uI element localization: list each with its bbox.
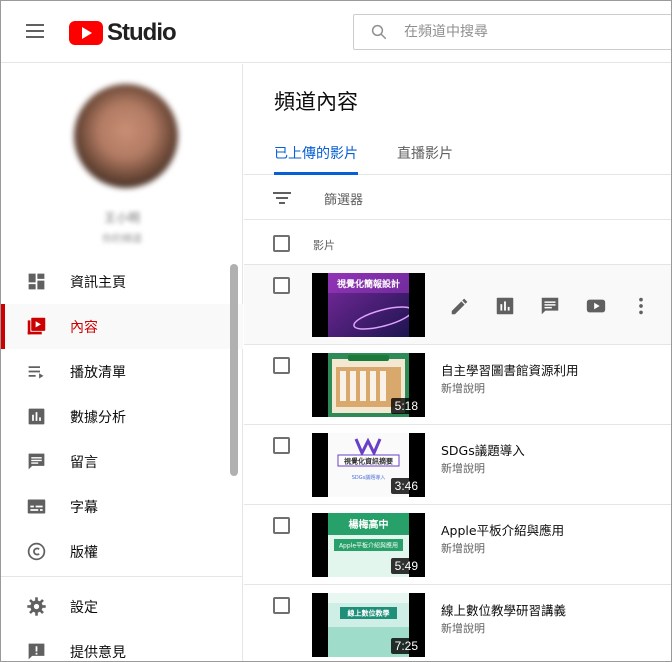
select-all-checkbox[interactable] <box>273 235 290 252</box>
table-header: 影片 <box>244 221 671 265</box>
video-thumbnail[interactable]: 視覺化簡報設計 <box>312 273 425 337</box>
search-input[interactable] <box>404 24 634 40</box>
table-row[interactable]: 楊梅高中 Apple平板介紹與應用 5:49 Apple平板介紹與應用 新增說明 <box>244 505 671 585</box>
search-icon <box>371 24 387 40</box>
thumbnail-image: 視覺化簡報設計 <box>328 273 409 337</box>
sidebar-item-label: 提供意見 <box>70 645 126 661</box>
filter-icon[interactable] <box>273 191 291 205</box>
sidebar-item-settings[interactable]: 設定 <box>1 584 243 629</box>
row-checkbox[interactable] <box>273 277 290 294</box>
sidebar-item-label: 播放清單 <box>70 365 126 381</box>
top-bar: Studio <box>1 1 671 63</box>
sidebar-item-label: 字幕 <box>70 500 98 516</box>
tab-live[interactable]: 直播影片 <box>397 143 453 175</box>
thumbnail-title: 視覺化資訊摘要 <box>343 457 393 466</box>
youtube-logo-icon <box>69 21 103 45</box>
video-title[interactable]: SDGs議題導入 <box>441 440 525 459</box>
column-header-video: 影片 <box>313 239 335 252</box>
gear-icon <box>27 597 46 616</box>
search-box[interactable] <box>353 14 671 50</box>
youtube-play-icon[interactable] <box>585 295 607 317</box>
more-options-icon[interactable] <box>630 295 652 317</box>
sidebar: 王小明 你的頻道 資訊主頁 內容 播放清單 數據分析 留言 字幕 版權 設定 提… <box>1 64 243 661</box>
video-duration: 5:49 <box>390 558 422 574</box>
sidebar-item-feedback[interactable]: 提供意見 <box>1 629 243 661</box>
channel-avatar[interactable] <box>74 84 178 188</box>
row-checkbox[interactable] <box>273 437 290 454</box>
sidebar-item-label: 內容 <box>70 320 98 336</box>
sidebar-item-analytics[interactable]: 數據分析 <box>1 394 243 439</box>
sidebar-scrollbar[interactable] <box>230 264 238 476</box>
logo-text: Studio <box>107 19 177 46</box>
video-duration: 5:18 <box>390 398 422 414</box>
edit-pencil-icon[interactable] <box>449 295 471 317</box>
video-duration: 7:25 <box>390 638 422 654</box>
studio-logo[interactable]: Studio <box>69 19 177 47</box>
table-row[interactable]: 5:18 自主學習圖書館資源利用 新增說明 <box>244 345 671 425</box>
sidebar-item-playlists[interactable]: 播放清單 <box>1 349 243 394</box>
playlist-icon <box>28 366 44 379</box>
table-row[interactable]: 線上數位教學 7:25 線上數位教學研習講義 新增說明 <box>244 585 671 661</box>
analytics-icon <box>28 408 45 425</box>
sidebar-item-copyright[interactable]: 版權 <box>1 529 243 574</box>
main-content: 頻道內容 已上傳的影片 直播影片 篩選器 影片 視覺化簡報設計 5:18 自主學… <box>244 64 671 661</box>
analytics-icon[interactable] <box>494 295 516 317</box>
sidebar-bottom-nav: 設定 提供意見 <box>1 584 243 661</box>
video-thumbnail[interactable]: 楊梅高中 Apple平板介紹與應用 5:49 <box>312 513 425 577</box>
video-description: 新增說明 <box>441 622 485 635</box>
sidebar-item-content[interactable]: 內容 <box>1 304 243 349</box>
comments-icon <box>28 453 45 470</box>
video-title[interactable]: 線上數位教學研習講義 <box>441 600 566 619</box>
thumbnail-title: 視覺化簡報設計 <box>336 278 400 290</box>
video-title[interactable]: Apple平板介紹與應用 <box>441 520 564 539</box>
sidebar-nav: 資訊主頁 內容 播放清單 數據分析 留言 字幕 版權 <box>1 259 243 574</box>
copyright-icon <box>27 542 46 561</box>
channel-name: 王小明 <box>103 211 140 225</box>
table-row[interactable]: 視覺化資訊摘要 SDGs議題導入 3:46 SDGs議題導入 新增說明 <box>244 425 671 505</box>
tab-uploads[interactable]: 已上傳的影片 <box>274 143 358 175</box>
sidebar-item-label: 數據分析 <box>70 410 126 426</box>
comments-icon[interactable] <box>539 295 561 317</box>
video-duration: 3:46 <box>390 478 422 494</box>
filter-bar: 篩選器 <box>244 175 671 220</box>
video-description: 新增說明 <box>441 542 485 555</box>
sidebar-item-label: 版權 <box>70 545 98 561</box>
thumbnail-title: 楊梅高中 <box>349 518 389 531</box>
sidebar-divider <box>1 576 243 577</box>
page-title: 頻道內容 <box>274 90 358 114</box>
content-icon <box>27 317 46 335</box>
video-thumbnail[interactable]: 視覺化資訊摘要 SDGs議題導入 3:46 <box>312 433 425 497</box>
channel-subtitle: 你的頻道 <box>102 234 142 245</box>
row-checkbox[interactable] <box>273 517 290 534</box>
table-row[interactable]: 視覺化簡報設計 <box>244 265 671 345</box>
sidebar-item-label: 設定 <box>70 600 98 616</box>
video-description: 新增說明 <box>441 462 485 475</box>
video-thumbnail[interactable]: 線上數位教學 7:25 <box>312 593 425 657</box>
sidebar-item-subtitles[interactable]: 字幕 <box>1 484 243 529</box>
dashboard-icon <box>28 273 45 290</box>
thumbnail-subtitle: Apple平板介紹與應用 <box>339 542 398 550</box>
studio-window: Studio 王小明 你的頻道 資訊主頁 <box>0 0 672 662</box>
sidebar-item-label: 資訊主頁 <box>70 275 126 291</box>
sidebar-item-dashboard[interactable]: 資訊主頁 <box>1 259 243 304</box>
subtitles-icon <box>27 499 46 514</box>
video-title[interactable]: 自主學習圖書館資源利用 <box>441 360 579 379</box>
row-checkbox[interactable] <box>273 357 290 374</box>
video-description: 新增說明 <box>441 382 485 395</box>
video-thumbnail[interactable]: 5:18 <box>312 353 425 417</box>
filter-label[interactable]: 篩選器 <box>324 189 363 208</box>
thumbnail-title: 線上數位教學 <box>348 609 390 618</box>
sidebar-item-label: 留言 <box>70 455 98 471</box>
thumbnail-subtitle: SDGs議題導入 <box>352 474 386 481</box>
content-tabs: 已上傳的影片 直播影片 <box>244 139 671 175</box>
sidebar-item-comments[interactable]: 留言 <box>1 439 243 484</box>
row-checkbox[interactable] <box>273 597 290 614</box>
hamburger-menu-icon[interactable] <box>23 21 49 43</box>
feedback-icon <box>28 643 45 660</box>
